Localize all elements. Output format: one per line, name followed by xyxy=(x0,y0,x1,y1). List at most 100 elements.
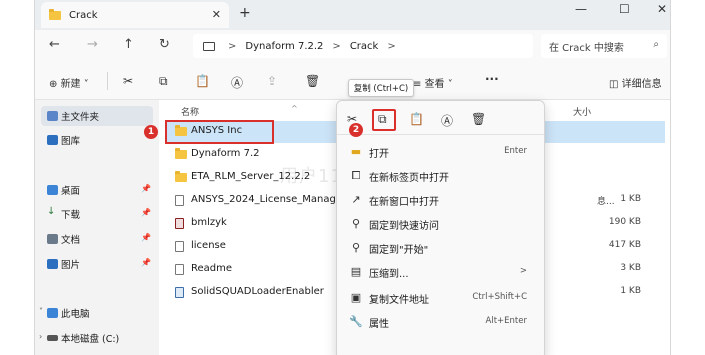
menu-item-label: 复制文件地址 xyxy=(369,295,429,306)
column-header-label: 名称 xyxy=(181,108,200,118)
file-name: Dynaform 7.2 xyxy=(191,148,260,159)
divider xyxy=(107,72,108,90)
file-icon xyxy=(175,287,184,298)
menu-item-label: 压缩到... xyxy=(369,269,409,280)
menu-item-label: 打开 xyxy=(369,149,389,160)
delete-icon[interactable]: 🗑 xyxy=(471,112,486,126)
up-arrow-icon[interactable]: ↑ xyxy=(123,37,134,52)
menu-item-shortcut: Alt+Enter xyxy=(485,316,527,326)
sidebar-item-pictures[interactable]: 图片 📌 xyxy=(41,254,153,274)
cut-icon[interactable]: ✂ xyxy=(123,74,133,88)
menu-item-open-new-tab[interactable]: ⧠ 在新标签页中打开 xyxy=(341,165,541,187)
search-placeholder: 在 Crack 中搜索 xyxy=(549,42,624,54)
breadcrumb-separator: > xyxy=(387,40,396,52)
sidebar-item-desktop[interactable]: 桌面 📌 xyxy=(41,180,153,200)
chevron-down-icon[interactable]: ˅ xyxy=(39,307,43,316)
tab-crack[interactable]: Crack ✕ xyxy=(41,2,229,28)
submenu-chevron-icon: > xyxy=(519,266,527,276)
sidebar-item-home[interactable]: 主文件夹 xyxy=(41,106,153,126)
sidebar-item-label: 文档 xyxy=(61,235,81,246)
pin-icon: ⚲ xyxy=(351,217,361,230)
sort-caret-icon: ^ xyxy=(291,104,298,113)
file-name: ANSYS_2024_License_Manager_U xyxy=(191,194,359,205)
file-icon xyxy=(175,264,184,275)
new-button[interactable]: ⊕ 新建 ˅ xyxy=(49,75,89,90)
menu-item-pin-start[interactable]: ⚲ 固定到"开始" xyxy=(341,237,541,259)
pin-icon: 📌 xyxy=(141,258,151,267)
menu-item-properties[interactable]: 🔧 属性 Alt+Enter xyxy=(341,311,541,333)
home-icon xyxy=(47,111,58,121)
back-arrow-icon[interactable]: ← xyxy=(49,37,60,52)
file-size: 3 KB xyxy=(620,263,641,273)
pin-icon: 📌 xyxy=(141,184,151,193)
breadcrumb-dynaform[interactable]: Dynaform 7.2.2 xyxy=(245,41,323,52)
menu-item-pin-quick-access[interactable]: ⚲ 固定到快速访问 xyxy=(341,213,541,235)
tab-bar: Crack ✕ + — ☐ ✕ xyxy=(35,0,670,30)
rename-icon[interactable]: Ⓐ xyxy=(231,74,243,91)
pin-icon: 📌 xyxy=(141,233,151,242)
new-tab-button[interactable]: + xyxy=(239,5,251,21)
refresh-icon[interactable]: ↻ xyxy=(159,37,170,52)
computer-icon xyxy=(47,308,58,318)
documents-icon xyxy=(47,234,58,244)
more-options-button[interactable]: ··· xyxy=(485,72,499,86)
rename-icon[interactable]: Ⓐ xyxy=(441,112,453,129)
search-input[interactable]: 在 Crack 中搜索 ⌕ xyxy=(541,34,667,58)
menu-item-label: 在新标签页中打开 xyxy=(369,173,449,184)
menu-item-shortcut: Ctrl+Shift+C xyxy=(472,292,527,302)
chevron-right-icon[interactable]: › xyxy=(39,332,42,341)
file-icon xyxy=(175,195,184,206)
menu-item-open-new-window[interactable]: ↗ 在新窗口中打开 xyxy=(341,189,541,211)
sidebar-item-downloads[interactable]: ↓ 下载 📌 xyxy=(41,204,153,224)
menu-item-label: 在新窗口中打开 xyxy=(369,197,439,208)
file-size: 417 KB xyxy=(608,240,641,250)
maximize-button[interactable]: ☐ xyxy=(619,2,630,16)
pin-start-icon: ⚲ xyxy=(351,241,361,254)
new-label: 新建 xyxy=(60,79,81,90)
details-label: 详细信息 xyxy=(621,79,662,90)
context-menu-quick-actions: ✂ ⧉ 📋 Ⓐ 🗑 xyxy=(337,105,544,135)
sidebar-item-this-pc[interactable]: ˅ 此电脑 xyxy=(39,303,153,323)
sidebar-item-local-disk[interactable]: › 本地磁盘 (C:) xyxy=(39,328,153,348)
share-icon[interactable]: ⇪ xyxy=(267,74,277,88)
details-button[interactable]: ◫ 详细信息 xyxy=(609,75,662,90)
close-window-button[interactable]: ✕ xyxy=(657,2,667,16)
menu-item-copy-path[interactable]: ▣ 复制文件地址 Ctrl+Shift+C xyxy=(341,287,541,309)
file-type: 息... xyxy=(597,197,615,207)
search-icon: ⌕ xyxy=(653,39,659,50)
archive-icon: ▤ xyxy=(350,265,362,278)
copy-icon[interactable]: ⧉ xyxy=(159,74,168,89)
menu-item-label: 属性 xyxy=(369,319,389,330)
menu-item-open[interactable]: ▬ 打开 Enter xyxy=(341,141,541,163)
file-size: 190 KB xyxy=(608,217,641,227)
paste-icon[interactable]: 📋 xyxy=(409,112,424,126)
forward-arrow-icon[interactable]: → xyxy=(87,37,98,52)
menu-item-compress[interactable]: ▤ 压缩到... > xyxy=(341,261,541,283)
pictures-icon xyxy=(47,259,58,269)
tab-close-icon[interactable]: ✕ xyxy=(212,8,221,21)
sidebar-item-gallery[interactable]: 图库 xyxy=(41,130,153,150)
file-name: bmlzyk xyxy=(191,217,227,228)
file-icon xyxy=(175,241,184,252)
tab-title: Crack xyxy=(69,9,98,21)
pin-icon: 📌 xyxy=(141,208,151,217)
copy-icon[interactable]: ⧉ xyxy=(378,112,387,127)
column-header-name[interactable]: 名称 ^ xyxy=(181,104,298,118)
file-name: SolidSQUADLoaderEnabler xyxy=(191,286,324,297)
sidebar-item-documents[interactable]: 文档 📌 xyxy=(41,229,153,249)
view-label: ≡ 查看 xyxy=(413,79,445,90)
address-bar[interactable]: > Dynaform 7.2.2 > Crack > xyxy=(193,34,533,58)
minimize-button[interactable]: — xyxy=(575,2,587,16)
breadcrumb-crack[interactable]: Crack xyxy=(350,41,379,52)
delete-icon[interactable]: 🗑 xyxy=(305,74,320,88)
menu-item-shortcut: Enter xyxy=(504,146,527,156)
sidebar-item-label: 下载 xyxy=(61,210,81,221)
sidebar-item-label: 本地磁盘 (C:) xyxy=(61,334,120,345)
annotation-highlight-folder xyxy=(165,120,274,144)
file-size: 1 KB xyxy=(620,194,641,204)
column-header-size[interactable]: 大小 xyxy=(573,105,591,118)
paste-icon[interactable]: 📋 xyxy=(195,74,210,88)
desktop-icon xyxy=(47,185,58,195)
menu-item-label: 固定到"开始" xyxy=(369,245,429,256)
view-button[interactable]: ≡ 查看 ˅ xyxy=(413,75,453,90)
